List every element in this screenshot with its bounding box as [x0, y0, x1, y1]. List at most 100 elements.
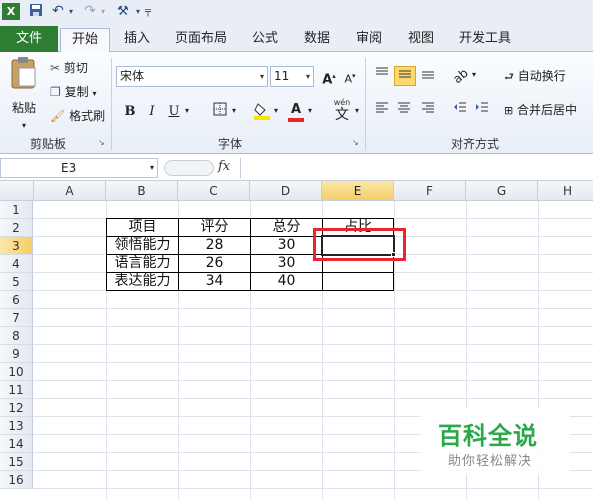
column-header-a[interactable]: A: [34, 181, 106, 201]
font-name-dropdown-icon[interactable]: ▾: [260, 67, 264, 86]
increase-indent-button[interactable]: [472, 100, 492, 120]
grow-font-button[interactable]: A▴: [319, 66, 339, 87]
underline-dropdown-icon[interactable]: ▾: [185, 106, 189, 115]
formula-bar-splitter[interactable]: [164, 160, 214, 176]
align-middle-button[interactable]: [394, 66, 416, 86]
row-header-7[interactable]: 7: [0, 309, 33, 327]
column-header-g[interactable]: G: [466, 181, 538, 201]
font-size-combo[interactable]: 11 ▾: [270, 66, 314, 87]
row-header-8[interactable]: 8: [0, 327, 33, 345]
underline-button[interactable]: U: [164, 102, 184, 122]
cell-d2[interactable]: 总分: [251, 219, 322, 237]
tab-view[interactable]: 视图: [400, 28, 442, 52]
undo-dropdown-icon[interactable]: ▾: [67, 3, 75, 20]
cell-c3[interactable]: 28: [179, 237, 250, 255]
font-size-dropdown-icon[interactable]: ▾: [306, 67, 310, 86]
select-all-corner[interactable]: [0, 181, 34, 201]
align-bottom-button[interactable]: [418, 66, 438, 86]
formula-input[interactable]: [240, 158, 593, 178]
font-name-combo[interactable]: 宋体 ▾: [116, 66, 268, 87]
row-header-15[interactable]: 15: [0, 453, 33, 471]
name-box-dropdown-icon[interactable]: ▾: [150, 159, 154, 177]
cell-b5[interactable]: 表达能力: [107, 273, 178, 291]
row-header-2[interactable]: 2: [0, 219, 33, 237]
column-header-e[interactable]: E: [322, 181, 394, 201]
row-header-5[interactable]: 5: [0, 273, 33, 291]
font-color-button[interactable]: A: [286, 100, 306, 122]
decrease-indent-button[interactable]: [450, 100, 470, 120]
row-header-16[interactable]: 16: [0, 471, 33, 489]
paste-dropdown-icon[interactable]: ▾: [6, 117, 42, 135]
undo-icon[interactable]: ↶: [50, 3, 66, 20]
fill-color-dropdown-icon[interactable]: ▾: [274, 106, 278, 115]
italic-button[interactable]: I: [142, 102, 162, 122]
tab-page-layout[interactable]: 页面布局: [170, 28, 232, 52]
cell-c5[interactable]: 34: [179, 273, 250, 291]
tools-dropdown-icon[interactable]: ▾: [134, 3, 142, 20]
cell-e5[interactable]: [323, 273, 393, 291]
phonetic-dropdown-icon[interactable]: ▾: [355, 106, 359, 115]
column-header-c[interactable]: C: [178, 181, 250, 201]
wrap-text-button[interactable]: ⮐ 自动换行: [504, 67, 590, 86]
align-right-button[interactable]: [418, 100, 438, 120]
merge-center-button[interactable]: ⊞ 合并后居中: [504, 101, 593, 120]
row-header-13[interactable]: 13: [0, 417, 33, 435]
row-header-12[interactable]: 12: [0, 399, 33, 417]
tab-review[interactable]: 审阅: [348, 28, 390, 52]
fill-color-button[interactable]: [252, 102, 272, 122]
align-top-button[interactable]: [372, 66, 392, 86]
tab-home[interactable]: 开始: [60, 28, 110, 53]
name-box[interactable]: E3 ▾: [0, 158, 158, 178]
tab-formulas[interactable]: 公式: [244, 28, 286, 52]
column-header-b[interactable]: B: [106, 181, 178, 201]
font-launcher-icon[interactable]: ↘: [352, 138, 359, 147]
tab-data[interactable]: 数据: [296, 28, 338, 52]
paste-button[interactable]: 粘贴 ▾: [6, 56, 42, 130]
clipboard-launcher-icon[interactable]: ↘: [98, 138, 105, 147]
cell-b4[interactable]: 语言能力: [107, 255, 178, 273]
tools-icon[interactable]: ⚒: [114, 3, 132, 20]
row-header-1[interactable]: 1: [0, 201, 33, 219]
row-header-9[interactable]: 9: [0, 345, 33, 363]
customize-qat-icon[interactable]: ╤: [144, 3, 152, 20]
align-center-button[interactable]: [394, 100, 414, 120]
row-header-4[interactable]: 4: [0, 255, 33, 273]
save-icon[interactable]: [28, 3, 44, 20]
row-header-11[interactable]: 11: [0, 381, 33, 399]
cut-button[interactable]: ✂ 剪切: [50, 59, 110, 77]
align-left-button[interactable]: [372, 100, 392, 120]
copy-dropdown-icon[interactable]: ▾: [92, 89, 96, 98]
border-dropdown-icon[interactable]: ▾: [232, 106, 236, 115]
cell-d5[interactable]: 40: [251, 273, 322, 291]
orientation-button[interactable]: ab: [450, 66, 470, 86]
border-button[interactable]: [210, 102, 230, 122]
cell-b3[interactable]: 领悟能力: [107, 237, 178, 255]
cell-b2[interactable]: 项目: [107, 219, 178, 237]
highlight-box: [313, 228, 406, 261]
cell-c4[interactable]: 26: [179, 255, 250, 273]
column-header-f[interactable]: F: [394, 181, 466, 201]
row-header-3[interactable]: 3: [0, 237, 33, 255]
column-header-h[interactable]: H: [538, 181, 593, 201]
phonetic-button[interactable]: wén 文: [328, 98, 356, 128]
redo-dropdown-icon[interactable]: ▾: [99, 3, 107, 20]
excel-logo-icon[interactable]: X: [2, 3, 20, 20]
redo-icon[interactable]: ↷: [82, 3, 98, 20]
row-header-14[interactable]: 14: [0, 435, 33, 453]
cell-d4[interactable]: 30: [251, 255, 322, 273]
shrink-font-button[interactable]: A▾: [340, 66, 360, 86]
row-header-10[interactable]: 10: [0, 363, 33, 381]
format-painter-button[interactable]: 🖌 格式刷: [50, 107, 114, 125]
copy-button[interactable]: ❐ 复制 ▾: [50, 83, 114, 103]
cell-d3[interactable]: 30: [251, 237, 322, 255]
insert-function-icon[interactable]: fx: [218, 159, 230, 174]
orientation-dropdown-icon[interactable]: ▾: [472, 70, 476, 79]
bold-button[interactable]: B: [120, 102, 140, 122]
cell-c2[interactable]: 评分: [179, 219, 250, 237]
column-header-d[interactable]: D: [250, 181, 322, 201]
tab-file[interactable]: 文件: [0, 26, 58, 53]
tab-insert[interactable]: 插入: [116, 28, 158, 52]
font-color-dropdown-icon[interactable]: ▾: [308, 106, 312, 115]
tab-developer[interactable]: 开发工具: [452, 28, 518, 52]
row-header-6[interactable]: 6: [0, 291, 33, 309]
